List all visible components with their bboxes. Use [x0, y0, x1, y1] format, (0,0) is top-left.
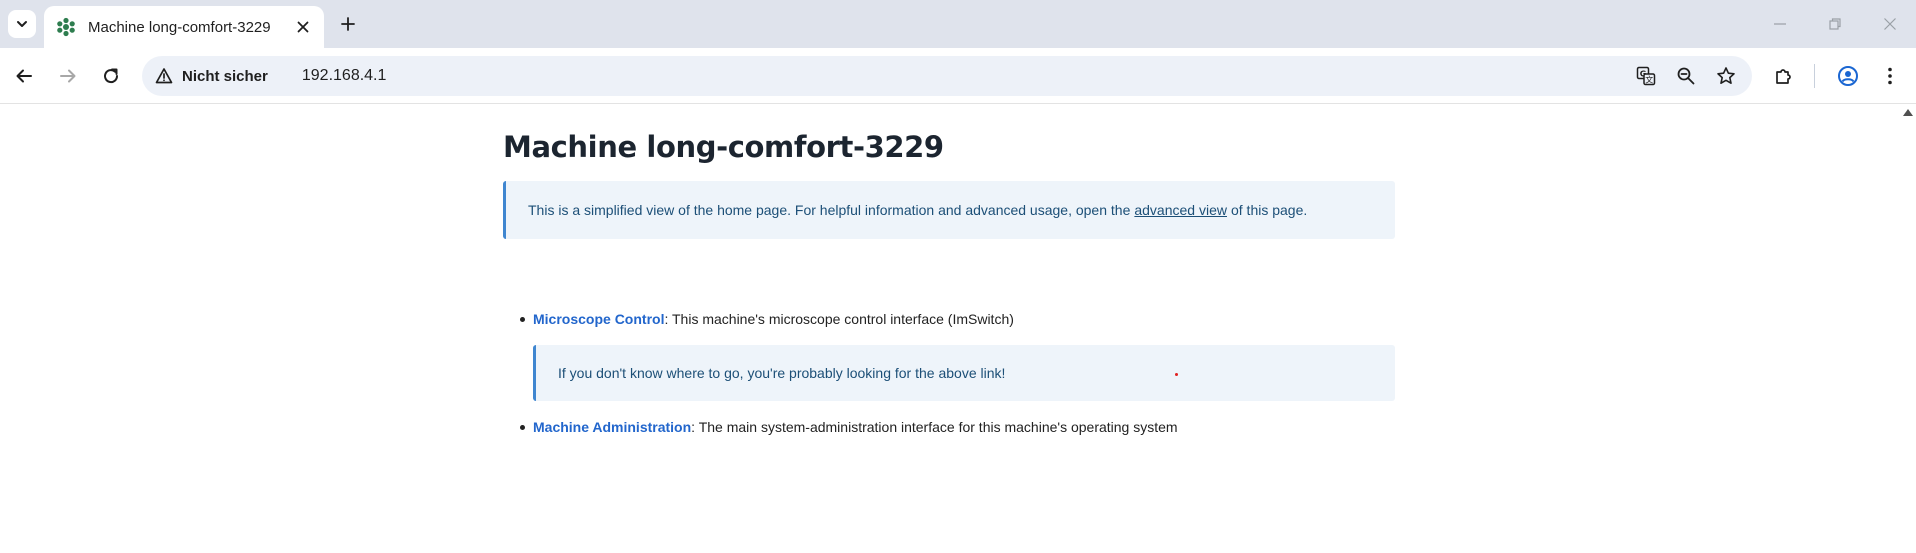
- tab-title: Machine long-comfort-3229: [88, 18, 271, 36]
- machine-administration-description: The main system-administration interface…: [695, 419, 1178, 435]
- window-close-button[interactable]: [1878, 12, 1902, 36]
- svg-text:文: 文: [1645, 75, 1653, 85]
- extensions-button[interactable]: [1770, 62, 1798, 90]
- puzzle-icon: [1776, 69, 1791, 84]
- translate-icon: G 文: [1636, 66, 1656, 86]
- security-label[interactable]: Nicht sicher: [182, 68, 268, 85]
- security-warning-icon[interactable]: [154, 66, 174, 86]
- advanced-view-link[interactable]: advanced view: [1134, 202, 1227, 218]
- reload-icon: [104, 68, 119, 84]
- restore-button[interactable]: [1823, 12, 1847, 36]
- minimize-icon: [1774, 23, 1786, 25]
- notice-text-end: of this page.: [1230, 202, 1308, 218]
- bookmark-button[interactable]: [1714, 64, 1738, 88]
- scrollbar-up-arrow[interactable]: [1903, 109, 1913, 116]
- site-favicon-icon: [57, 17, 75, 37]
- hint-text: If you don't know where to go, you're pr…: [558, 365, 1006, 381]
- cursor-dot: [1175, 373, 1178, 376]
- plus-icon: [341, 17, 355, 31]
- machine-administration-link[interactable]: Machine Administration: [533, 419, 691, 435]
- close-icon: [1884, 18, 1896, 30]
- minimize-button[interactable]: [1768, 12, 1792, 36]
- address-bar[interactable]: Nicht sicher 192.168.4.1 G 文: [142, 56, 1752, 96]
- notice-text: This is a simplified view of the home pa…: [528, 202, 1131, 218]
- forward-button[interactable]: [54, 62, 82, 90]
- account-circle-icon: [1838, 66, 1858, 86]
- microscope-control-description: This machine's microscope control interf…: [668, 311, 1014, 327]
- zoom-out-icon: [1677, 67, 1695, 85]
- menu-button[interactable]: [1876, 62, 1904, 90]
- microscope-control-link[interactable]: Microscope Control: [533, 311, 664, 327]
- main-content: Machine long-comfort-3229 This is a simp…: [503, 127, 1395, 439]
- list-item-microscope-control: Microscope Control: This machine's micro…: [520, 307, 1395, 401]
- restore-icon: [1829, 18, 1841, 30]
- page-title: Machine long-comfort-3229: [503, 130, 944, 164]
- new-tab-button[interactable]: [336, 12, 360, 36]
- tab-search-button[interactable]: [8, 10, 36, 38]
- more-vertical-icon: [1888, 67, 1892, 85]
- tab-close-button[interactable]: [292, 16, 314, 38]
- simplified-view-notice: This is a simplified view of the home pa…: [503, 181, 1395, 239]
- profile-button[interactable]: [1834, 62, 1862, 90]
- list-item-machine-administration: Machine Administration: The main system-…: [520, 415, 1395, 439]
- page-viewport: Machine long-comfort-3229 This is a simp…: [0, 105, 1916, 553]
- star-icon: [1717, 67, 1735, 84]
- browser-toolbar: Nicht sicher 192.168.4.1 G 文: [0, 48, 1916, 104]
- active-tab[interactable]: Machine long-comfort-3229: [44, 6, 324, 48]
- url-text[interactable]: 192.168.4.1: [302, 67, 387, 85]
- zoom-button[interactable]: [1674, 64, 1698, 88]
- back-button[interactable]: [10, 62, 38, 90]
- warning-triangle-icon: [155, 68, 173, 84]
- reload-button[interactable]: [97, 62, 125, 90]
- chevron-down-icon: [17, 21, 27, 27]
- recommendation-hint: If you don't know where to go, you're pr…: [533, 345, 1395, 401]
- arrow-right-icon: [60, 69, 76, 83]
- tab-strip: Machine long-comfort-3229: [0, 0, 1916, 48]
- translate-button[interactable]: G 文: [1634, 64, 1658, 88]
- arrow-left-icon: [16, 69, 32, 83]
- service-links-list: Microscope Control: This machine's micro…: [503, 307, 1395, 439]
- toolbar-divider: [1814, 64, 1815, 88]
- close-icon: [297, 21, 309, 33]
